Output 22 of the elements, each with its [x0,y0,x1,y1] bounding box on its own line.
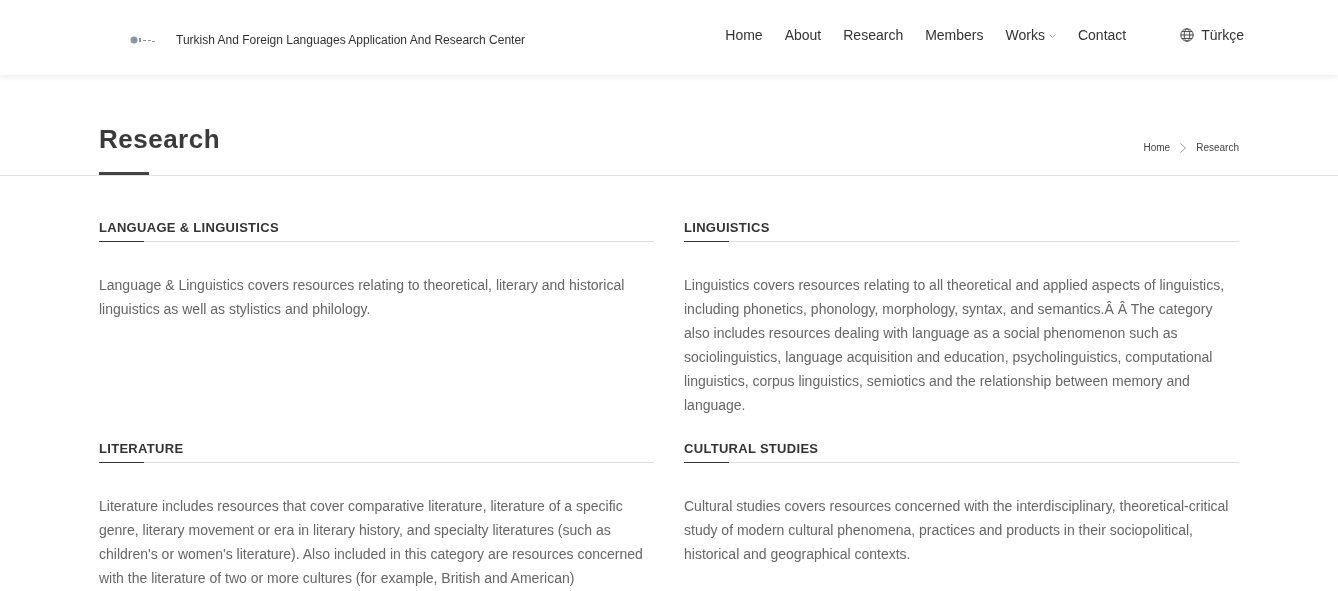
nav-link[interactable]: About [784,26,822,43]
section-text: Cultural studies covers resources concerned with the interdisciplinary, theoretical-critical study of modern cultural phenomena, practices and products in their sociopolitical, historical and geographical contexts. [684,497,1230,564]
breadcrumb-link[interactable]: Research [1196,142,1239,153]
section-text: Linguistics covers resources relating to all theoretical and applied aspects of linguistics, including phonetics, phonology, morphology, syntax, and semantics.Â Â The category also includes resources dealing with language as a social phenomenon such as sociolinguistics, language acquisition and education, psycholinguistics, computational linguistics, corpus linguistics, semiotics and the relationship between memory and language. [684,276,1226,415]
breadcrumb-link[interactable]: Home [1143,142,1171,153]
section-heading: LINGUISTICS [684,220,1239,242]
section-text: Literature includes resources that cover comparative literature, literature of a specific genre, literary movement or era in literary history, and specialty literatures (such as children's or women's literature). Also included in this category are resources concerned with the literature of two or more cultures (for example, British and American) [99,497,644,588]
chevron-icon [1180,142,1187,153]
page-title: Research [99,124,221,175]
section-heading: LITERATURE [99,441,654,463]
site-title[interactable]: Turkish And Foreign Languages Application And Research Center [176,32,526,47]
section-text: Language & Linguistics covers resources relating to theoretical, literary and historical linguistics as well as stylistics and philology. [99,276,626,319]
section-heading: CULTURAL STUDIES [684,441,1239,463]
nav-link[interactable]: Research [843,26,904,43]
section-heading: LANGUAGE & LINGUISTICS [99,220,654,242]
logo-icon[interactable] [130,34,156,45]
globe-icon [1180,27,1195,42]
nav-link[interactable]: Members [925,26,984,43]
nav-link[interactable]: Contact [1077,26,1127,43]
nav-link[interactable]: Works [1005,26,1056,43]
language-link[interactable]: Türkçe [1180,26,1244,49]
nav-link[interactable]: Home [725,26,763,43]
